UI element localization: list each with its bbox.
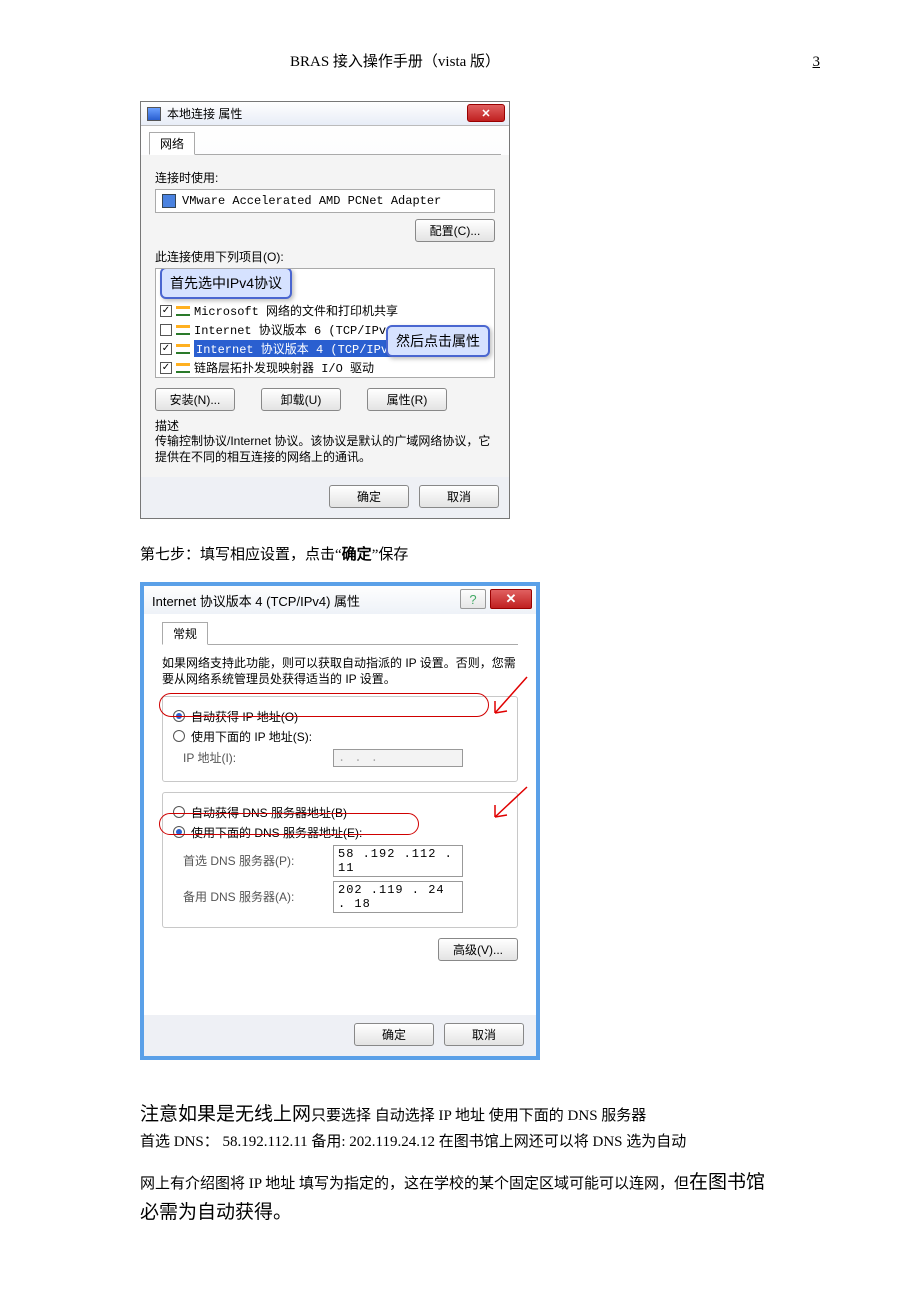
- intro-text: 如果网络支持此功能，则可以获取自动指派的 IP 设置。否则，您需要从网络系统管理…: [162, 655, 518, 687]
- uninstall-button[interactable]: 卸载(U): [261, 388, 341, 411]
- dns-group: 自动获得 DNS 服务器地址(B) 使用下面的 DNS 服务器地址(E): 首选…: [162, 792, 518, 928]
- tab-strip: 常规: [162, 622, 518, 645]
- description-heading: 描述: [155, 417, 495, 434]
- red-highlight-oval: [159, 813, 419, 835]
- adapter-name: VMware Accelerated AMD PCNet Adapter: [182, 194, 441, 208]
- adapter-field[interactable]: VMware Accelerated AMD PCNet Adapter: [155, 189, 495, 213]
- alternate-dns-input[interactable]: 202 .119 . 24 . 18: [333, 881, 463, 913]
- ipv4-properties-dialog: Internet 协议版本 4 (TCP/IPv4) 属性 ? ✕ 常规 如果网…: [140, 582, 540, 1059]
- tab-network[interactable]: 网络: [149, 132, 195, 155]
- callout-click-properties: 然后点击属性: [386, 325, 490, 357]
- checkbox-icon[interactable]: [160, 362, 172, 374]
- advanced-button[interactable]: 高级(V)...: [438, 938, 518, 961]
- checkbox-icon[interactable]: [160, 305, 172, 317]
- help-button[interactable]: ?: [460, 589, 486, 609]
- dialog-titlebar[interactable]: Internet 协议版本 4 (TCP/IPv4) 属性 ? ✕: [144, 586, 536, 614]
- dialog-body: 常规 如果网络支持此功能，则可以获取自动指派的 IP 设置。否则，您需要从网络系…: [144, 614, 536, 1014]
- dialog-titlebar[interactable]: 本地连接 属性 ✕: [141, 102, 509, 126]
- checkbox-icon[interactable]: [160, 343, 172, 355]
- step-7-text: 第七步：填写相应设置，点击“确定”保存: [140, 543, 830, 564]
- preferred-dns-input[interactable]: 58 .192 .112 . 11: [333, 845, 463, 877]
- items-label: 此连接使用下列项目(O):: [155, 248, 495, 265]
- page-number: 3: [813, 54, 821, 71]
- dialog-footer: 确定 取消: [141, 477, 509, 518]
- local-connection-properties-dialog: 本地连接 属性 ✕ 网络 连接时使用: VMware Accelerated A…: [140, 101, 510, 519]
- network-icon: [147, 107, 161, 121]
- ok-button[interactable]: 确定: [354, 1023, 434, 1046]
- ok-button[interactable]: 确定: [329, 485, 409, 508]
- protocol-item[interactable]: Link-Layer Topology Discovery: [156, 377, 494, 378]
- close-button[interactable]: ✕: [467, 104, 505, 122]
- protocol-item[interactable]: Microsoft 网络的文件和打印机共享: [156, 301, 494, 320]
- configure-button[interactable]: 配置(C)...: [415, 219, 495, 242]
- protocol-listbox[interactable]: 首先选中IPv4协议 Microsoft 网络的文件和打印机共享 Interne…: [155, 268, 495, 378]
- document-page: BRAS 接入操作手册（vista 版） 3 本地连接 属性 ✕ 网络 连接时使…: [0, 0, 920, 1309]
- red-highlight-oval: [159, 693, 489, 717]
- callout-select-ipv4: 首先选中IPv4协议: [160, 268, 292, 299]
- checkbox-icon[interactable]: [160, 324, 172, 336]
- ip-address-input[interactable]: . . .: [333, 749, 463, 767]
- doc-title: BRAS 接入操作手册（vista 版）: [290, 50, 500, 71]
- protocol-item[interactable]: 链路层拓扑发现映射器 I/O 驱动: [156, 358, 494, 377]
- description-text: 传输控制协议/Internet 协议。该协议是默认的广域网络协议，它提供在不同的…: [155, 434, 495, 465]
- radio-icon[interactable]: [173, 730, 185, 742]
- page-header: BRAS 接入操作手册（vista 版） 3: [90, 50, 830, 71]
- ip-address-label: IP 地址(I):: [183, 749, 333, 766]
- red-arrow-icon: [489, 785, 529, 825]
- protocol-icon: [176, 363, 190, 373]
- note-paragraph-1: 注意如果是无线上网只要选择 自动选择 IP 地址 使用下面的 DNS 服务器 首…: [140, 1100, 780, 1154]
- tab-general[interactable]: 常规: [162, 622, 208, 645]
- ip-group: 自动获得 IP 地址(O) 使用下面的 IP 地址(S): IP 地址(I): …: [162, 696, 518, 782]
- dialog-title: 本地连接 属性: [167, 105, 242, 122]
- alternate-dns-row: 备用 DNS 服务器(A): 202 .119 . 24 . 18: [183, 881, 507, 913]
- close-button[interactable]: ✕: [490, 589, 532, 609]
- install-button[interactable]: 安装(N)...: [155, 388, 235, 411]
- connect-using-label: 连接时使用:: [155, 169, 495, 186]
- preferred-dns-label: 首选 DNS 服务器(P):: [183, 852, 333, 869]
- dialog-footer: 确定 取消: [144, 1015, 536, 1056]
- dialog-body: 连接时使用: VMware Accelerated AMD PCNet Adap…: [141, 155, 509, 477]
- list-button-row: 安装(N)... 卸载(U) 属性(R): [155, 388, 495, 411]
- cancel-button[interactable]: 取消: [419, 485, 499, 508]
- note-paragraph-2: 网上有介绍图将 IP 地址 填写为指定的，这在学校的某个固定区域可能可以连网，但…: [140, 1168, 780, 1229]
- adapter-icon: [162, 194, 176, 208]
- protocol-icon: [176, 325, 190, 335]
- tab-strip: 网络: [149, 132, 501, 155]
- protocol-icon: [176, 306, 190, 316]
- dialog-title: Internet 协议版本 4 (TCP/IPv4) 属性: [152, 591, 360, 610]
- cancel-button[interactable]: 取消: [444, 1023, 524, 1046]
- radio-use-ip[interactable]: 使用下面的 IP 地址(S):: [173, 728, 507, 745]
- properties-button[interactable]: 属性(R): [367, 388, 447, 411]
- alternate-dns-label: 备用 DNS 服务器(A):: [183, 888, 333, 905]
- preferred-dns-row: 首选 DNS 服务器(P): 58 .192 .112 . 11: [183, 845, 507, 877]
- red-arrow-icon: [489, 675, 529, 721]
- ip-address-row: IP 地址(I): . . .: [183, 749, 507, 767]
- protocol-icon: [176, 344, 190, 354]
